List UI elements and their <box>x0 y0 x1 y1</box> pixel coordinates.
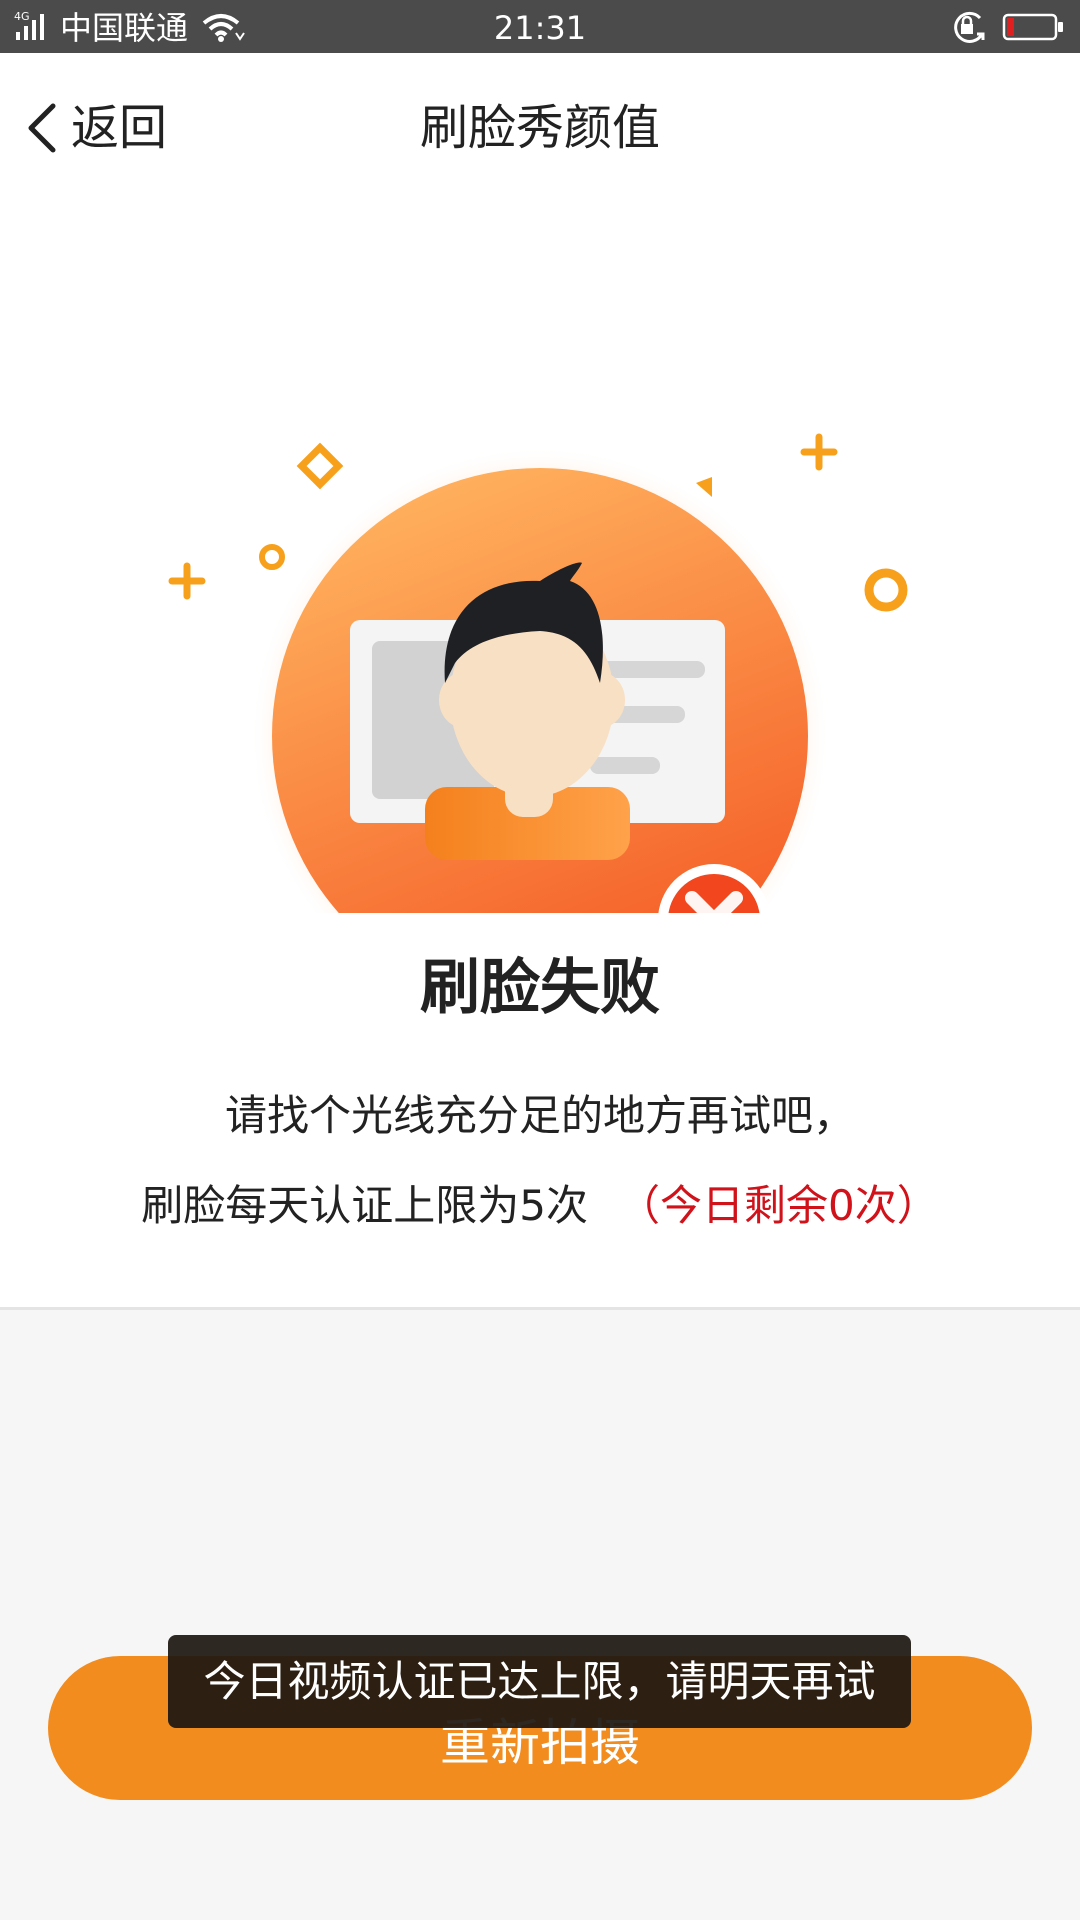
page-title: 刷脸秀颜值 <box>419 100 660 156</box>
result-message: 请找个光线充分足的地方再试吧， <box>224 1091 855 1140</box>
battery-low-icon <box>1002 13 1063 41</box>
nav-header: 返回 刷脸秀颜值 <box>0 53 1080 193</box>
toast-message: 今日视频认证已达上限，请明天再试 <box>168 1635 911 1728</box>
daily-limit-text: 刷脸每天认证上限为5次 <box>141 1181 588 1230</box>
result-title: 刷脸失败 <box>420 953 660 1023</box>
result-panel: 刷脸失败 请找个光线充分足的地方再试吧， 刷脸每天认证上限为5次 （今日剩余0次） <box>0 193 1080 1310</box>
daily-limit-message: 刷脸每天认证上限为5次 （今日剩余0次） <box>0 1178 1080 1234</box>
rotation-lock-icon <box>954 11 985 43</box>
face-scan-failed-illustration <box>168 433 908 913</box>
clock: 21:31 <box>493 9 587 47</box>
remaining-attempts: （今日剩余0次） <box>618 1181 939 1230</box>
status-bar: 4G 中国联通 21:31 <box>0 0 1080 53</box>
